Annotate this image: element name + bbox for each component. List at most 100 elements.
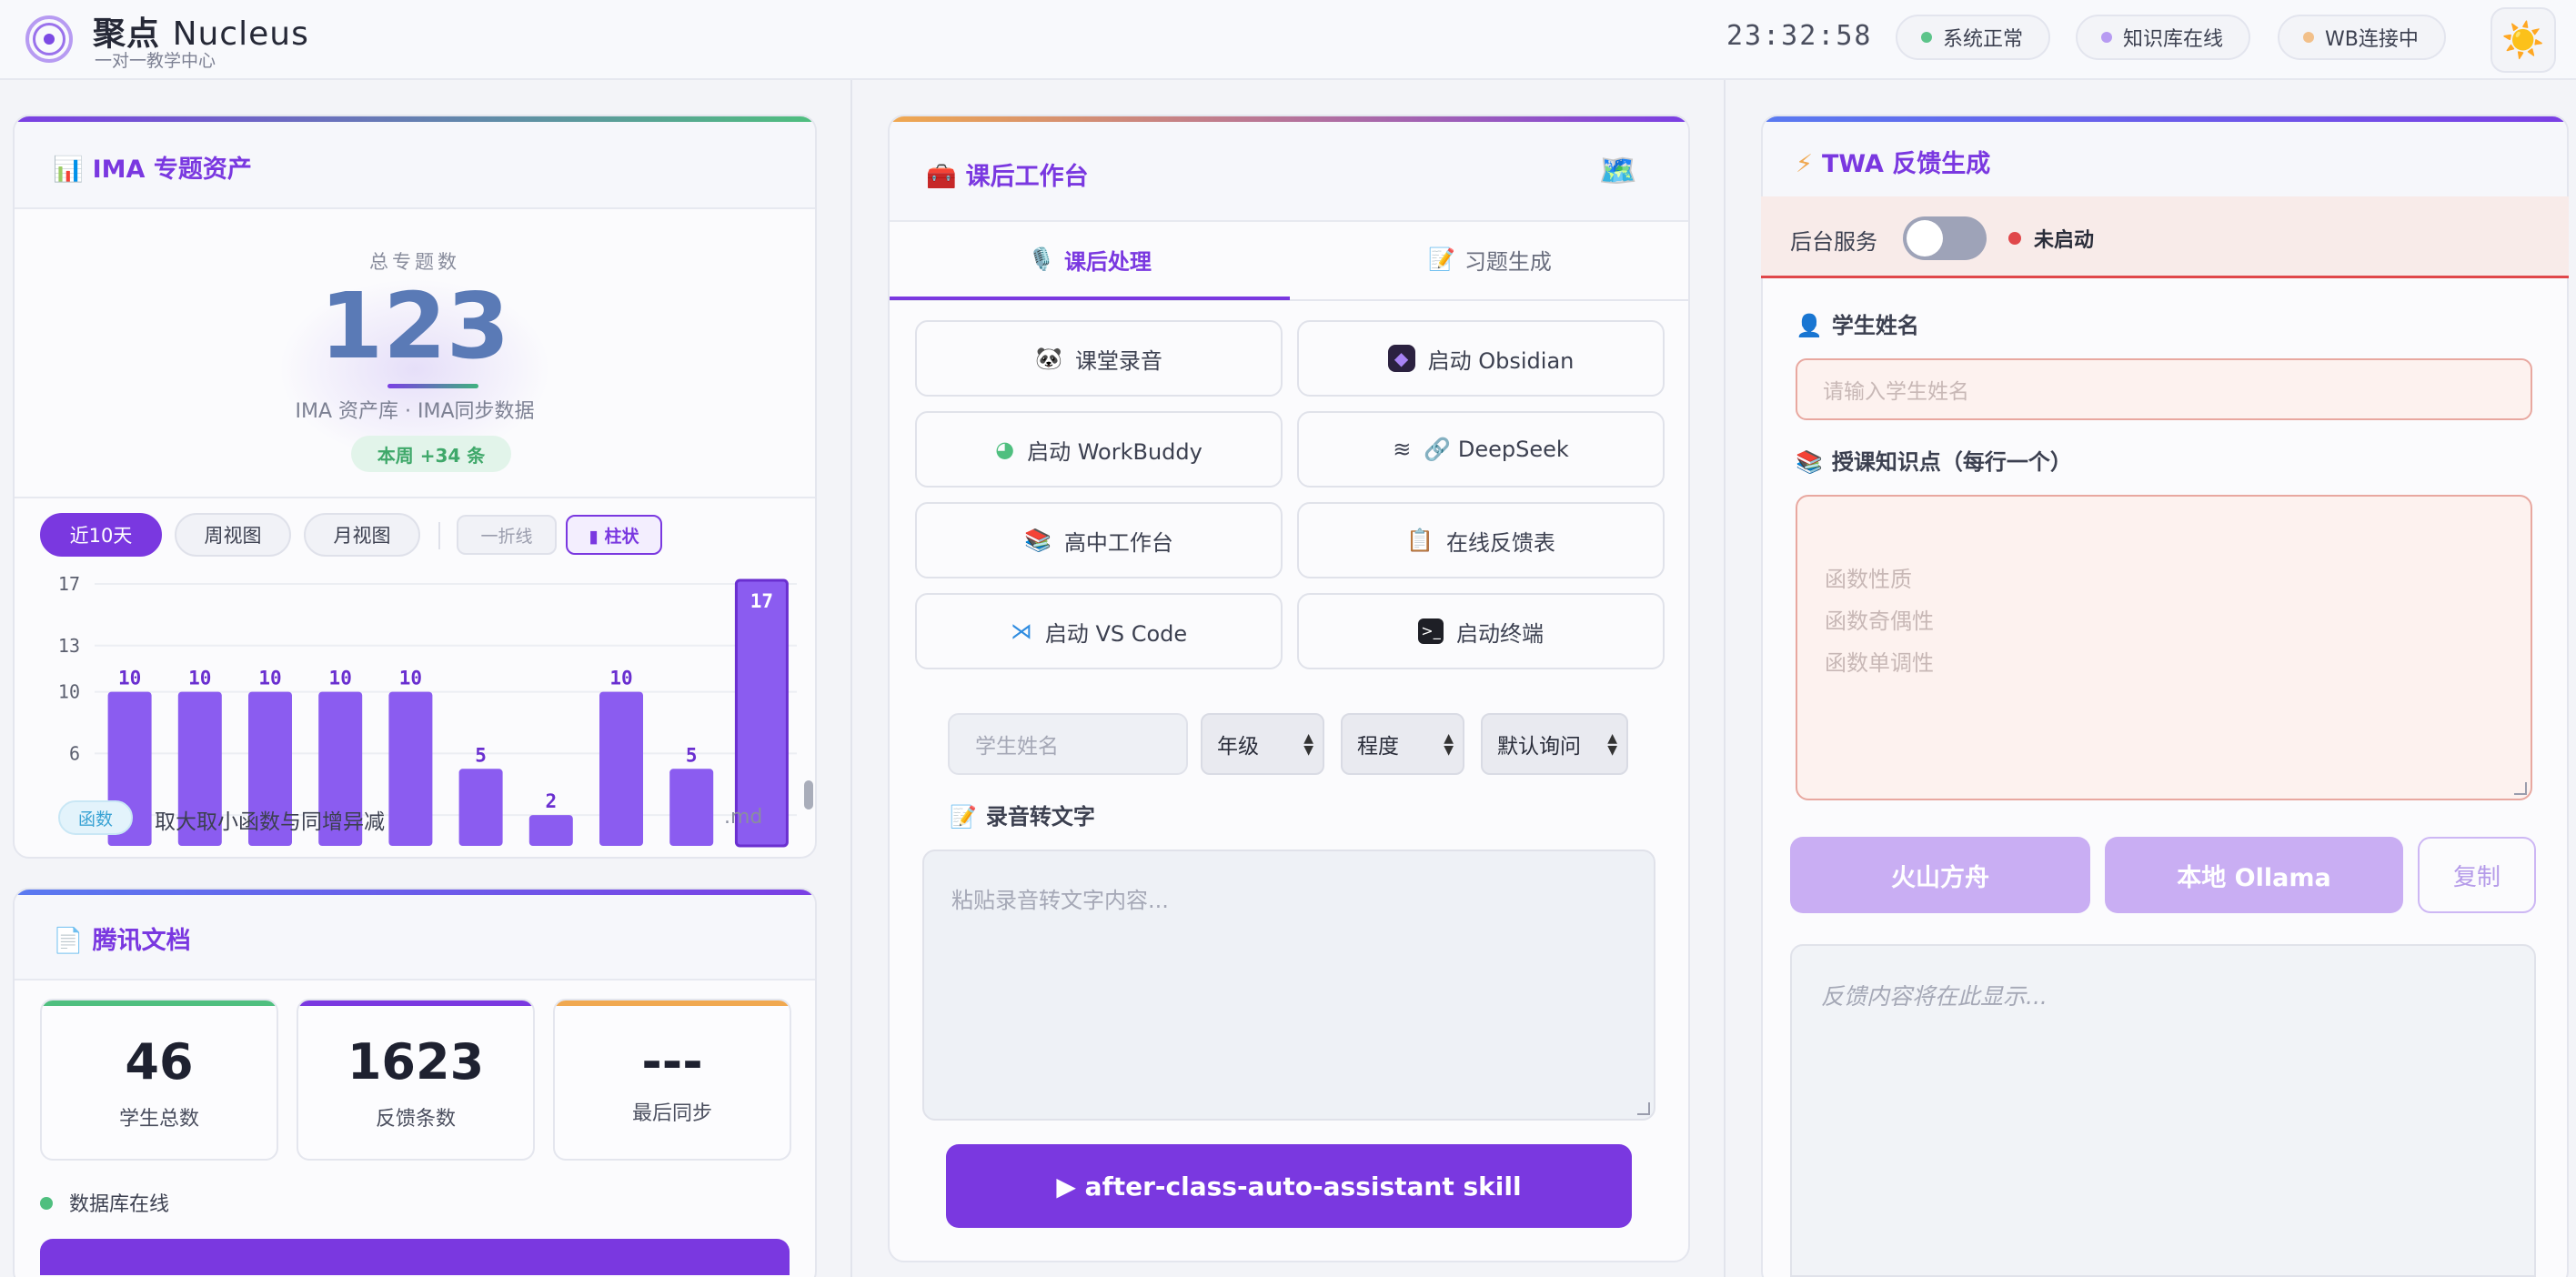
transcript-textarea[interactable]: 粘贴录音转文字内容... — [922, 850, 1655, 1121]
column-divider — [1724, 80, 1726, 1277]
status-dot-icon — [1921, 32, 1932, 43]
bar-data-label: 5 — [475, 744, 487, 766]
stat-last-sync: --- 最后同步 — [553, 999, 791, 1161]
student-name-label: 👤 学生姓名 — [1796, 313, 1919, 338]
status-dot-icon — [2101, 32, 2112, 43]
stat-students: 46 学生总数 — [40, 999, 278, 1161]
obsidian-icon: ◆ — [1387, 345, 1415, 372]
total-topics-label: 总专题数 — [369, 251, 460, 273]
status-pill-label: 系统正常 — [1943, 28, 2024, 51]
senior-workbench-button[interactable]: 📚 高中工作台 — [915, 502, 1283, 578]
knowledge-points-label: 📚 授课知识点（每行一个） — [1796, 449, 2072, 475]
run-skill-button[interactable]: ▶ after-class-auto-assistant skill — [946, 1144, 1632, 1228]
toolbox-icon: 🧰 — [926, 163, 957, 191]
topic-list-item[interactable]: 取大取小函数与同增异减 — [155, 804, 385, 835]
knowledge-points-textarea[interactable]: 函数性质 函数奇偶性 函数单调性 — [1796, 495, 2532, 800]
list-scrollbar[interactable] — [804, 780, 813, 809]
copy-button[interactable]: 复制 — [2418, 837, 2536, 913]
student-name-input[interactable]: 学生姓名 — [948, 713, 1188, 775]
stat-accent — [555, 1000, 790, 1006]
db-status-dot-icon — [40, 1197, 53, 1210]
tab-exercise-gen[interactable]: 📝 习题生成 — [1290, 218, 1690, 300]
microphone-icon: 🎙️ — [1028, 246, 1055, 272]
y-tick-label: 6 — [69, 742, 80, 764]
memo-icon: 📝 — [950, 804, 977, 830]
y-tick-label: 10 — [58, 681, 80, 703]
week-count-badge: 本周 +34 条 — [351, 436, 511, 472]
books-icon: 📚 — [1024, 528, 1052, 553]
stat-label: 最后同步 — [631, 1102, 712, 1125]
bar-data-label: 10 — [399, 668, 422, 689]
bar-data-label: 10 — [258, 668, 281, 689]
resize-handle-icon[interactable] — [2514, 782, 2527, 795]
map-icon[interactable]: 🗺️ — [1599, 153, 1637, 189]
service-label: 后台服务 — [1790, 229, 1877, 255]
service-status-text: 未启动 — [2034, 229, 2095, 252]
sync-button[interactable] — [40, 1239, 790, 1275]
memo-icon: 📝 — [1428, 246, 1455, 272]
launch-workbuddy-button[interactable]: ◕ 启动 WorkBuddy — [915, 411, 1283, 488]
chart-bar — [669, 769, 714, 846]
range-week-button[interactable]: 周视图 — [175, 513, 291, 557]
tencent-title: 📄 腾讯文档 — [53, 927, 191, 955]
service-toggle[interactable] — [1903, 216, 1987, 260]
status-pill-wb[interactable]: WB连接中 — [2278, 15, 2446, 60]
volcano-ark-button[interactable]: 火山方舟 — [1790, 837, 2090, 913]
db-status-text: 数据库在线 — [69, 1193, 170, 1216]
layers-icon: ≋ — [1393, 437, 1412, 462]
vscode-icon: ⋊ — [1010, 618, 1032, 644]
range-10days-button[interactable]: 近10天 — [40, 513, 162, 557]
online-feedback-form-button[interactable]: 📋 在线反馈表 — [1297, 502, 1665, 578]
class-recording-button[interactable]: 🐼 课堂录音 — [915, 320, 1283, 397]
tab-after-class[interactable]: 🎙️ 课后处理 — [890, 218, 1290, 300]
feedback-output[interactable]: 反馈内容将在此显示... — [1790, 944, 2536, 1277]
default-inquiry-select[interactable]: 默认询问 ▲ ▼ — [1481, 713, 1628, 775]
grade-select[interactable]: 年级 ▲ ▼ — [1201, 713, 1324, 775]
divider — [15, 497, 815, 498]
select-arrow-icon: ▲ ▼ — [1444, 731, 1454, 758]
mode-bar-button[interactable]: ▮ 柱状 — [566, 515, 662, 555]
books-icon: 📚 — [1796, 449, 1823, 475]
stat-label: 反馈条数 — [375, 1108, 456, 1131]
theme-toggle-button[interactable]: ☀️ — [2490, 7, 2556, 73]
mode-line-button[interactable]: 一折线 — [457, 515, 557, 555]
twa-header: ⚡ TWA 反馈生成 — [1763, 122, 2567, 198]
select-arrow-icon: ▲ ▼ — [1607, 731, 1617, 758]
lightning-icon: ⚡ — [1796, 150, 1813, 178]
range-month-button[interactable]: 月视图 — [304, 513, 420, 557]
chart-bar — [388, 691, 433, 846]
bar-data-label: 2 — [545, 790, 557, 812]
stat-value: 1623 — [347, 1033, 485, 1091]
daily-topics-bar-chart: 261013171005-261005-271005-281005-291005… — [58, 573, 797, 848]
stat-accent — [42, 1000, 277, 1006]
resize-handle-icon[interactable] — [1637, 1102, 1650, 1115]
deepseek-button[interactable]: ≋ 🔗 DeepSeek — [1297, 411, 1665, 488]
column-divider — [850, 80, 852, 1277]
bar-data-label: 10 — [329, 668, 352, 689]
local-ollama-button[interactable]: 本地 Ollama — [2105, 837, 2403, 913]
user-icon: 👤 — [1796, 313, 1823, 338]
launch-obsidian-button[interactable]: ◆ 启动 Obsidian — [1297, 320, 1665, 397]
stat-value: 46 — [125, 1033, 194, 1091]
chart-bar — [528, 815, 573, 846]
status-pill-system[interactable]: 系统正常 — [1896, 15, 2051, 60]
y-tick-label: 17 — [58, 573, 80, 595]
bar-data-label: 10 — [118, 668, 141, 689]
launch-vscode-button[interactable]: ⋊ 启动 VS Code — [915, 593, 1283, 669]
ima-source-text: IMA 资产库 · IMA同步数据 — [295, 400, 535, 423]
level-select[interactable]: 程度 ▲ ▼ — [1341, 713, 1464, 775]
workbench-header: 🧰 课后工作台 🗺️ — [890, 122, 1688, 222]
tab-active-indicator — [890, 297, 1290, 300]
sun-icon: ☀️ — [2501, 19, 2545, 60]
file-extension: .md — [724, 806, 763, 829]
twa-student-name-input[interactable]: 请输入学生姓名 — [1796, 358, 2532, 420]
launch-terminal-button[interactable]: >_ 启动终端 — [1297, 593, 1665, 669]
service-status-band — [1761, 196, 2569, 278]
ima-title: 📊 IMA 专题资产 — [53, 156, 252, 184]
tencent-card-header: 📄 腾讯文档 — [15, 895, 815, 980]
number-underline — [387, 384, 478, 388]
category-tag: 函数 — [58, 800, 134, 835]
bar-data-label: 10 — [609, 668, 632, 689]
bar-data-label: 5 — [686, 744, 698, 766]
status-pill-knowledge[interactable]: 知识库在线 — [2076, 15, 2251, 60]
